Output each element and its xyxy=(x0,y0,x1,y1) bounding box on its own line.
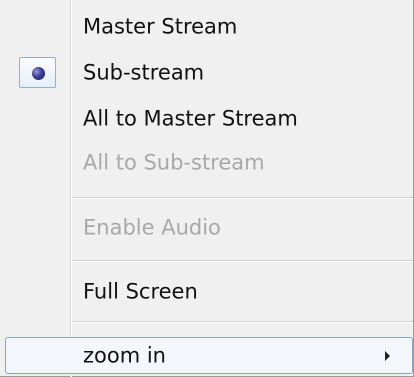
menu-item-all-to-master-stream[interactable]: All to Master Stream xyxy=(0,97,413,141)
menu-item-label: zoom in xyxy=(83,343,166,367)
menu-separator xyxy=(72,260,413,262)
menu-separator xyxy=(72,321,413,323)
chevron-right-icon xyxy=(385,350,390,361)
menu-item-enable-audio: Enable Audio xyxy=(0,206,413,250)
menu-item-label: All to Sub-stream xyxy=(83,150,265,175)
menu-item-label: Enable Audio xyxy=(83,215,221,240)
menu-item-full-screen[interactable]: Full Screen xyxy=(0,270,413,314)
menu-item-label: Master Stream xyxy=(83,14,238,39)
context-menu: Master Stream Sub-stream All to Master S… xyxy=(0,0,414,377)
menu-separator xyxy=(72,197,413,199)
menu-item-label: Sub-stream xyxy=(83,60,205,85)
menu-item-all-to-sub-stream: All to Sub-stream xyxy=(0,141,413,185)
menu-item-zoom-in[interactable]: zoom in xyxy=(5,337,413,374)
radio-dot-icon xyxy=(32,67,45,80)
menu-item-label: All to Master Stream xyxy=(83,106,298,131)
menu-item-sub-stream[interactable]: Sub-stream xyxy=(0,51,413,95)
menu-item-label: Full Screen xyxy=(83,279,198,304)
menu-item-master-stream[interactable]: Master Stream xyxy=(0,5,413,49)
selected-indicator-box xyxy=(19,57,56,88)
